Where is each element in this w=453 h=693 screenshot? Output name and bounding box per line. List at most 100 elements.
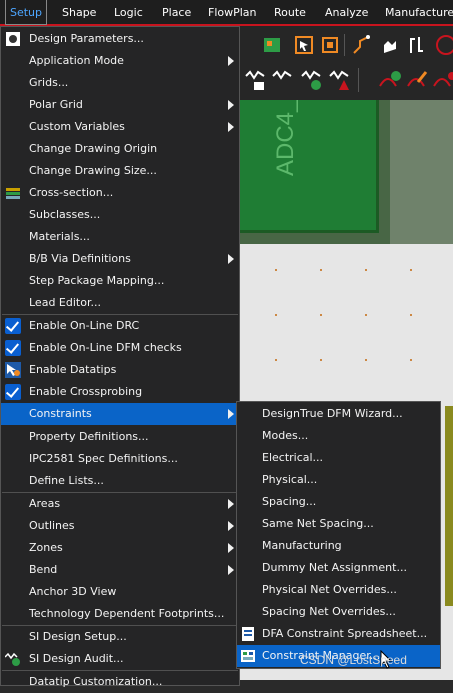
menu-item-enable-online-drc[interactable]: Enable On-Line DRC — [1, 315, 239, 337]
waveform-check-icon[interactable] — [300, 68, 324, 92]
constraints-submenu: DesignTrue DFM Wizard... Modes... Electr… — [236, 401, 441, 669]
menu-item-step-package-mapping[interactable]: Step Package Mapping... — [1, 270, 239, 292]
submenu-item-manufacturing[interactable]: Manufacturing — [237, 535, 440, 557]
menu-item-label: Spacing... — [262, 495, 317, 508]
menu-item-label: Technology Dependent Footprints... — [29, 607, 225, 620]
menu-item-design-parameters[interactable]: Design Parameters... — [1, 28, 239, 50]
menu-item-application-mode[interactable]: Application Mode — [1, 50, 239, 72]
menu-logic[interactable]: Logic — [112, 0, 145, 24]
menu-item-areas[interactable]: Areas — [1, 493, 239, 515]
setup-menu: Design Parameters... Application Mode Gr… — [0, 26, 240, 688]
menu-flowplan[interactable]: FlowPlan — [206, 0, 259, 24]
si-audit-icon — [5, 652, 20, 666]
waveform-icon[interactable] — [271, 68, 295, 92]
menu-item-datatip-customization[interactable]: Datatip Customization... — [1, 671, 239, 693]
menu-item-outlines[interactable]: Outlines — [1, 515, 239, 537]
grid-dot — [365, 269, 367, 271]
hand-icon[interactable] — [378, 33, 402, 57]
checkmark-icon — [5, 340, 21, 356]
menu-item-label: Constraints — [29, 407, 92, 420]
menu-manufacture[interactable]: Manufacture — [383, 0, 453, 24]
menu-item-si-design-audit[interactable]: SI Design Audit... — [1, 648, 239, 670]
menu-item-zones[interactable]: Zones — [1, 537, 239, 559]
menu-item-enable-online-dfm[interactable]: Enable On-Line DFM checks — [1, 337, 239, 359]
watermark: CSDN @LostSpeed — [300, 653, 407, 667]
menu-item-label: Enable On-Line DRC — [29, 319, 140, 332]
menu-item-change-drawing-size[interactable]: Change Drawing Size... — [1, 160, 239, 182]
menu-analyze[interactable]: Analyze — [323, 0, 370, 24]
menu-item-anchor-3d-view[interactable]: Anchor 3D View — [1, 581, 239, 603]
menu-route[interactable]: Route — [272, 0, 308, 24]
grid-dot — [410, 269, 412, 271]
checkmark-icon — [5, 384, 21, 400]
chip-icon[interactable] — [260, 33, 284, 57]
menu-item-label: Areas — [29, 497, 61, 510]
grid-dot — [320, 269, 322, 271]
swap-icon[interactable] — [405, 33, 429, 57]
menu-item-label: B/B Via Definitions — [29, 252, 131, 265]
component-body — [240, 100, 379, 233]
menu-item-ipc2581-spec[interactable]: IPC2581 Spec Definitions... — [1, 448, 239, 470]
menu-item-enable-crossprobing[interactable]: Enable Crossprobing — [1, 381, 239, 403]
menu-item-label: Enable On-Line DFM checks — [29, 341, 182, 354]
add-connection-icon[interactable] — [378, 68, 402, 92]
menu-shape[interactable]: Shape — [60, 0, 98, 24]
menu-item-bb-via-definitions[interactable]: B/B Via Definitions — [1, 248, 239, 270]
submenu-item-spacing-net-overrides[interactable]: Spacing Net Overrides... — [237, 601, 440, 623]
route-icon[interactable] — [350, 33, 374, 57]
waveform-book-icon[interactable] — [244, 68, 268, 92]
menu-item-materials[interactable]: Materials... — [1, 226, 239, 248]
menu-item-si-design-setup[interactable]: SI Design Setup... — [1, 626, 239, 648]
menu-item-label: Modes... — [262, 429, 309, 442]
cross-section-icon — [6, 188, 20, 199]
menu-item-label: SI Design Setup... — [29, 630, 127, 643]
menu-setup[interactable]: Setup — [5, 0, 47, 25]
submenu-item-designtrue-dfm-wizard[interactable]: DesignTrue DFM Wizard... — [237, 403, 440, 425]
edit-connection-icon[interactable] — [406, 68, 430, 92]
grid-dot — [410, 359, 412, 361]
menu-item-label: Grids... — [29, 76, 69, 89]
submenu-item-electrical[interactable]: Electrical... — [237, 447, 440, 469]
menu-bar: Setup Shape Logic Place FlowPlan Route A… — [0, 0, 453, 26]
menu-item-label: Zones — [29, 541, 63, 554]
submenu-item-dfa-constraint-spreadsheet[interactable]: DFA Constraint Spreadsheet... — [237, 623, 440, 645]
menu-item-change-drawing-origin[interactable]: Change Drawing Origin — [1, 138, 239, 160]
waveform-warning-icon[interactable] — [328, 68, 352, 92]
processor-icon[interactable] — [318, 33, 342, 57]
menu-item-label: Design Parameters... — [29, 32, 144, 45]
menu-place[interactable]: Place — [160, 0, 193, 24]
menu-item-custom-variables[interactable]: Custom Variables — [1, 116, 239, 138]
menu-item-label: Physical Net Overrides... — [262, 583, 397, 596]
menu-item-polar-grid[interactable]: Polar Grid — [1, 94, 239, 116]
menu-item-constraints[interactable]: Constraints — [1, 403, 239, 425]
submenu-item-dummy-net-assignment[interactable]: Dummy Net Assignment... — [237, 557, 440, 579]
menu-item-subclasses[interactable]: Subclasses... — [1, 204, 239, 226]
circle-icon[interactable] — [434, 33, 453, 57]
delete-connection-icon[interactable] — [432, 68, 453, 92]
menu-item-define-lists[interactable]: Define Lists... — [1, 470, 239, 492]
submenu-item-physical[interactable]: Physical... — [237, 469, 440, 491]
grid-dot — [275, 269, 277, 271]
select-cursor-icon[interactable] — [292, 33, 316, 57]
menu-item-label: Materials... — [29, 230, 90, 243]
menu-item-cross-section[interactable]: Cross-section... — [1, 182, 239, 204]
menu-item-bend[interactable]: Bend — [1, 559, 239, 581]
menu-item-label: SI Design Audit... — [29, 652, 124, 665]
menu-item-technology-footprints[interactable]: Technology Dependent Footprints... — [1, 603, 239, 625]
submenu-item-physical-net-overrides[interactable]: Physical Net Overrides... — [237, 579, 440, 601]
menu-item-label: Polar Grid — [29, 98, 83, 111]
menu-item-label: Change Drawing Size... — [29, 164, 157, 177]
submenu-arrow-icon — [228, 122, 234, 132]
menu-item-label: Dummy Net Assignment... — [262, 561, 407, 574]
menu-item-lead-editor[interactable]: Lead Editor... — [1, 292, 239, 314]
menu-item-label: Application Mode — [29, 54, 124, 67]
menu-item-label: Anchor 3D View — [29, 585, 117, 598]
menu-item-property-definitions[interactable]: Property Definitions... — [1, 426, 239, 448]
submenu-arrow-icon — [228, 543, 234, 553]
submenu-item-spacing[interactable]: Spacing... — [237, 491, 440, 513]
menu-item-enable-datatips[interactable]: Enable Datatips — [1, 359, 239, 381]
menu-item-label: DFA Constraint Spreadsheet... — [262, 627, 428, 640]
menu-item-grids[interactable]: Grids... — [1, 72, 239, 94]
submenu-item-modes[interactable]: Modes... — [237, 425, 440, 447]
submenu-item-same-net-spacing[interactable]: Same Net Spacing... — [237, 513, 440, 535]
